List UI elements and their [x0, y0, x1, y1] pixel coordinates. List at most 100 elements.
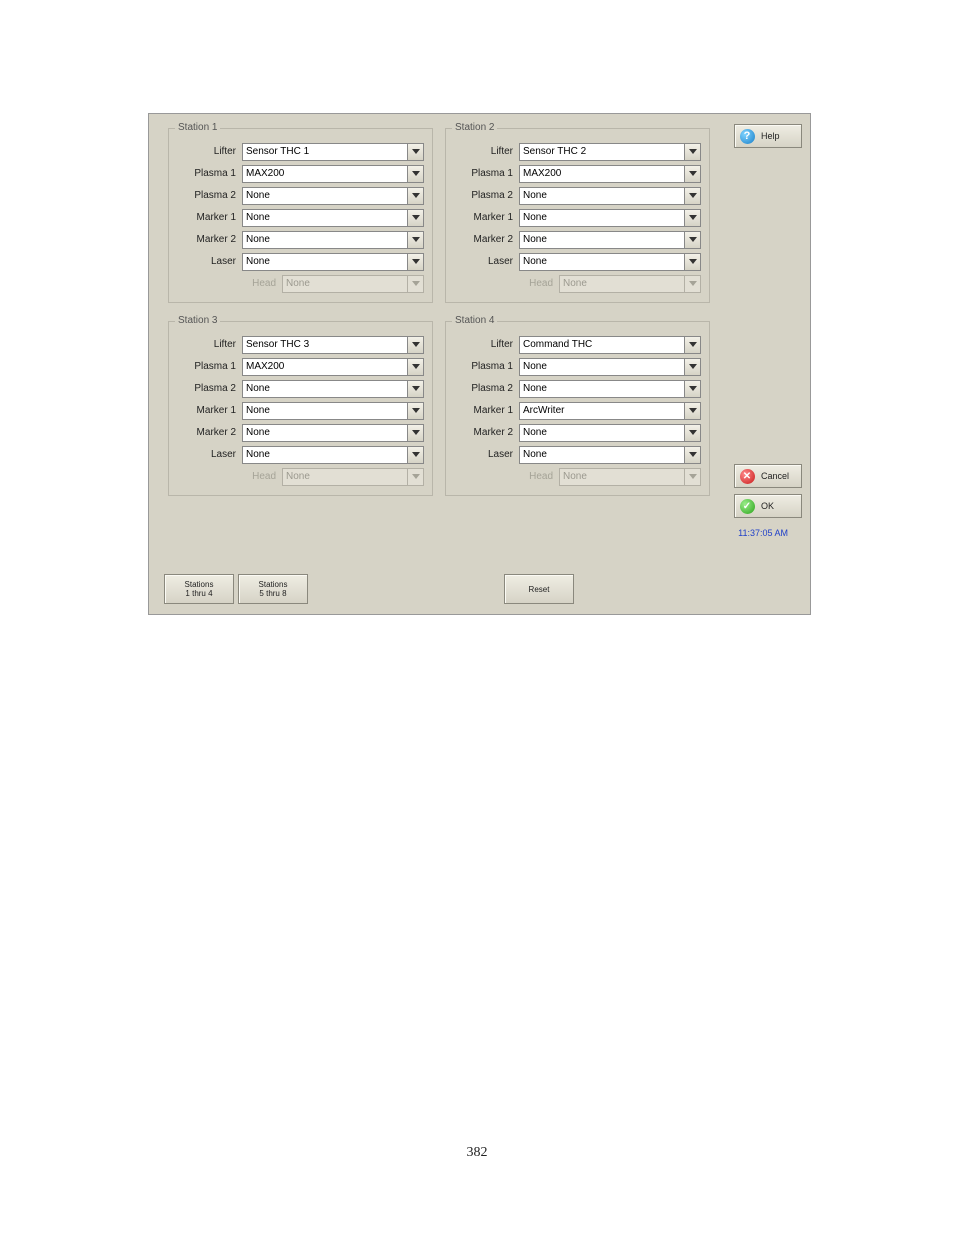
chevron-down-icon [689, 237, 697, 242]
dropdown-button[interactable] [408, 424, 424, 442]
label-laser: Laser [454, 449, 519, 460]
cancel-icon: ✕ [740, 469, 755, 484]
bottom-toolbar: Stations 1 thru 4 Stations 5 thru 8 Rese… [164, 574, 719, 604]
station-2-plasma2-combo[interactable]: None [519, 187, 701, 205]
help-icon: ? [740, 129, 755, 144]
dropdown-button[interactable] [685, 336, 701, 354]
dropdown-button[interactable] [408, 380, 424, 398]
station-2-marker2-combo[interactable]: None [519, 231, 701, 249]
dropdown-button[interactable] [685, 380, 701, 398]
station-3-marker1-value: None [242, 402, 408, 420]
dropdown-button[interactable] [685, 253, 701, 271]
help-button[interactable]: ? Help [734, 124, 802, 148]
dropdown-button[interactable] [408, 253, 424, 271]
label-marker1: Marker 1 [177, 212, 242, 223]
station-1-lifter-combo[interactable]: Sensor THC 1 [242, 143, 424, 161]
dropdown-button[interactable] [408, 231, 424, 249]
dropdown-button[interactable] [685, 165, 701, 183]
station-3-plasma2-combo[interactable]: None [242, 380, 424, 398]
station-2-plasma2-value: None [519, 187, 685, 205]
station-1-marker2-combo[interactable]: None [242, 231, 424, 249]
cancel-button[interactable]: ✕ Cancel [734, 464, 802, 488]
station-1-marker1-combo[interactable]: None [242, 209, 424, 227]
station-1-marker2-value: None [242, 231, 408, 249]
station-1-plasma1-combo[interactable]: MAX200 [242, 165, 424, 183]
dropdown-button[interactable] [408, 209, 424, 227]
dropdown-button[interactable] [685, 446, 701, 464]
station-4-head-value: None [559, 468, 685, 486]
label-marker1: Marker 1 [454, 212, 519, 223]
station-4-head-combo: None [559, 468, 701, 486]
label-plasma1: Plasma 1 [454, 361, 519, 372]
station-3-laser-combo[interactable]: None [242, 446, 424, 464]
dropdown-button[interactable] [685, 402, 701, 420]
station-3-lifter-combo[interactable]: Sensor THC 3 [242, 336, 424, 354]
label-plasma2: Plasma 2 [177, 190, 242, 201]
chevron-down-icon [689, 474, 697, 479]
station-3-plasma1-combo[interactable]: MAX200 [242, 358, 424, 376]
station-4-lifter-combo[interactable]: Command THC [519, 336, 701, 354]
station-3-marker1-combo[interactable]: None [242, 402, 424, 420]
station-4-plasma2-value: None [519, 380, 685, 398]
dropdown-button[interactable] [408, 358, 424, 376]
stations-grid: Station 1 Lifter Sensor THC 1 Plasma 1 M… [164, 124, 719, 496]
station-4-title: Station 4 [452, 315, 497, 326]
station-1-laser-combo[interactable]: None [242, 253, 424, 271]
dropdown-button [685, 275, 701, 293]
label-head: Head [177, 471, 282, 482]
chevron-down-icon [689, 430, 697, 435]
station-2-marker2-value: None [519, 231, 685, 249]
stations-5-8-button[interactable]: Stations 5 thru 8 [238, 574, 308, 604]
station-2-laser-combo[interactable]: None [519, 253, 701, 271]
dropdown-button[interactable] [408, 446, 424, 464]
chevron-down-icon [689, 259, 697, 264]
reset-button[interactable]: Reset [504, 574, 574, 604]
label-head: Head [454, 278, 559, 289]
station-1-group: Station 1 Lifter Sensor THC 1 Plasma 1 M… [168, 128, 433, 303]
station-3-group: Station 3 Lifter Sensor THC 3 Plasma 1 M… [168, 321, 433, 496]
station-4-marker1-value: ArcWriter [519, 402, 685, 420]
station-config-window: Station 1 Lifter Sensor THC 1 Plasma 1 M… [148, 113, 811, 615]
station-4-marker1-combo[interactable]: ArcWriter [519, 402, 701, 420]
dropdown-button[interactable] [685, 209, 701, 227]
page-number: 382 [0, 1145, 954, 1161]
dropdown-button[interactable] [685, 187, 701, 205]
station-4-laser-combo[interactable]: None [519, 446, 701, 464]
station-4-plasma1-combo[interactable]: None [519, 358, 701, 376]
station-1-plasma2-combo[interactable]: None [242, 187, 424, 205]
station-2-marker1-combo[interactable]: None [519, 209, 701, 227]
chevron-down-icon [689, 193, 697, 198]
station-4-plasma1-value: None [519, 358, 685, 376]
station-1-lifter-value: Sensor THC 1 [242, 143, 408, 161]
label-plasma1: Plasma 1 [177, 361, 242, 372]
station-3-head-value: None [282, 468, 408, 486]
dropdown-button[interactable] [408, 187, 424, 205]
station-1-title: Station 1 [175, 122, 220, 133]
station-4-plasma2-combo[interactable]: None [519, 380, 701, 398]
chevron-down-icon [689, 452, 697, 457]
chevron-down-icon [412, 386, 420, 391]
dropdown-button[interactable] [408, 143, 424, 161]
dropdown-button[interactable] [408, 165, 424, 183]
dropdown-button[interactable] [685, 358, 701, 376]
chevron-down-icon [689, 386, 697, 391]
dropdown-button[interactable] [685, 143, 701, 161]
chevron-down-icon [412, 259, 420, 264]
dropdown-button[interactable] [685, 231, 701, 249]
dropdown-button [685, 468, 701, 486]
station-3-marker2-combo[interactable]: None [242, 424, 424, 442]
station-2-plasma1-combo[interactable]: MAX200 [519, 165, 701, 183]
station-2-lifter-combo[interactable]: Sensor THC 2 [519, 143, 701, 161]
stations-1-4-button[interactable]: Stations 1 thru 4 [164, 574, 234, 604]
chevron-down-icon [689, 215, 697, 220]
chevron-down-icon [412, 452, 420, 457]
chevron-down-icon [412, 171, 420, 176]
label-laser: Laser [177, 449, 242, 460]
dropdown-button[interactable] [685, 424, 701, 442]
chevron-down-icon [412, 474, 420, 479]
dropdown-button [408, 468, 424, 486]
dropdown-button[interactable] [408, 336, 424, 354]
dropdown-button[interactable] [408, 402, 424, 420]
ok-button[interactable]: ✓ OK [734, 494, 802, 518]
station-4-marker2-combo[interactable]: None [519, 424, 701, 442]
